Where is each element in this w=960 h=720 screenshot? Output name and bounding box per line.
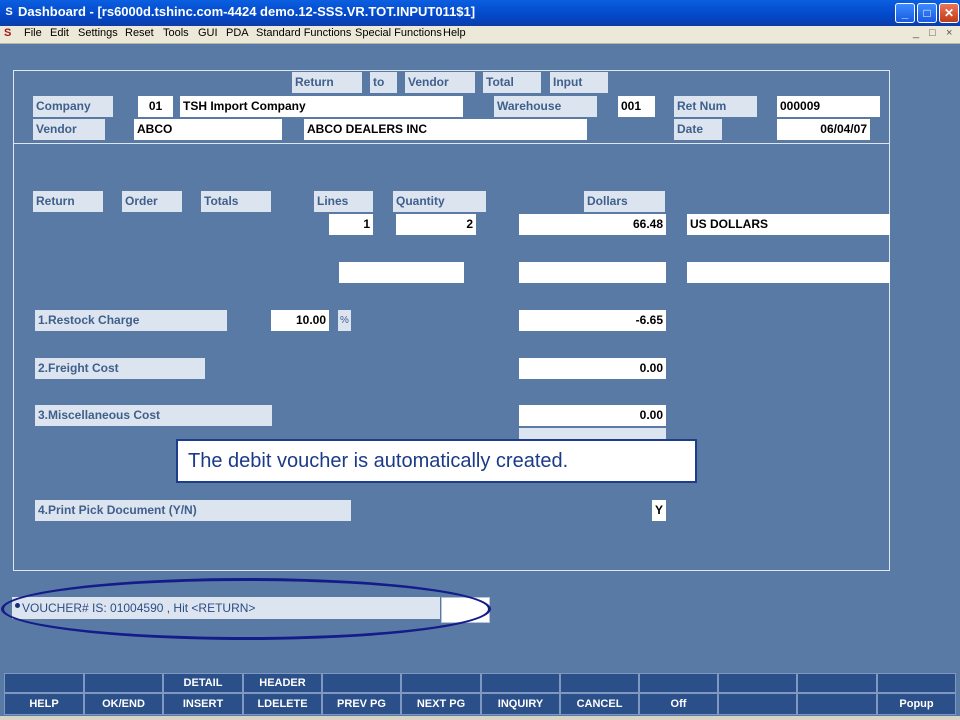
restock-charge-label: 1.Restock Charge xyxy=(35,310,227,331)
company-code-field[interactable]: 01 xyxy=(138,96,173,117)
header-divider xyxy=(14,143,889,144)
fkey-top-8[interactable] xyxy=(560,673,639,693)
title-word-to: to xyxy=(370,72,397,93)
vendor-code-field[interactable]: ABCO xyxy=(134,119,282,140)
restock-pct-field[interactable]: 10.00 xyxy=(271,310,329,331)
fkey-top-3[interactable]: DETAIL xyxy=(163,673,243,693)
company-label: Company xyxy=(33,96,113,117)
fkey-top-6[interactable] xyxy=(401,673,481,693)
fkey-top-2[interactable] xyxy=(84,673,163,693)
fkey-top-12[interactable] xyxy=(877,673,956,693)
menu-special-functions[interactable]: Special Functions xyxy=(355,27,442,39)
freight-cost-label: 2.Freight Cost xyxy=(35,358,205,379)
quantity-label: Quantity xyxy=(393,191,486,212)
warehouse-label: Warehouse xyxy=(494,96,597,117)
date-field[interactable]: 06/04/07 xyxy=(777,119,870,140)
currency-field[interactable]: US DOLLARS xyxy=(687,214,890,235)
title-word-input: Input xyxy=(550,72,608,93)
menu-gui[interactable]: GUI xyxy=(198,27,218,39)
fkey-bottom-2[interactable]: OK/END xyxy=(84,693,163,715)
ret-num-field[interactable]: 000009 xyxy=(777,96,880,117)
menu-bar: S File Edit Settings Reset Tools GUI PDA… xyxy=(0,26,960,44)
lines-label: Lines xyxy=(314,191,373,212)
vendor-name-field[interactable]: ABCO DEALERS INC xyxy=(304,119,587,140)
fkey-top-1[interactable] xyxy=(4,673,84,693)
fkey-bottom-8[interactable]: CANCEL xyxy=(560,693,639,715)
menu-settings[interactable]: Settings xyxy=(78,27,118,39)
fkey-bottom-12[interactable]: Popup xyxy=(877,693,956,715)
warehouse-field[interactable]: 001 xyxy=(618,96,655,117)
freight-amount-field[interactable]: 0.00 xyxy=(519,358,666,379)
dollars-label: Dollars xyxy=(584,191,665,212)
fkey-top-7[interactable] xyxy=(481,673,560,693)
close-button[interactable]: ✕ xyxy=(939,3,959,23)
menu-pda[interactable]: PDA xyxy=(226,27,249,39)
maximize-button[interactable]: □ xyxy=(917,3,937,23)
empty-field-3[interactable] xyxy=(687,262,890,283)
menu-file[interactable]: File xyxy=(24,27,42,39)
fkey-bottom-3[interactable]: INSERT xyxy=(163,693,243,715)
fkey-bottom-4[interactable]: LDELETE xyxy=(243,693,322,715)
highlight-ellipse xyxy=(1,578,491,640)
bottom-strip xyxy=(0,716,960,720)
fkey-bottom-1[interactable]: HELP xyxy=(4,693,84,715)
dollars-field[interactable]: 66.48 xyxy=(519,214,666,235)
menu-reset[interactable]: Reset xyxy=(125,27,154,39)
fkey-bottom-10[interactable] xyxy=(718,693,797,715)
mdi-minimize-button[interactable]: _ xyxy=(913,27,919,39)
vendor-label: Vendor xyxy=(33,119,105,140)
percent-label: % xyxy=(338,310,351,331)
fkey-bottom-5[interactable]: PREV PG xyxy=(322,693,401,715)
return-label: Return xyxy=(33,191,103,212)
fkey-top-4[interactable]: HEADER xyxy=(243,673,322,693)
print-pick-field[interactable]: Y xyxy=(652,500,666,521)
date-label: Date xyxy=(674,119,722,140)
ret-num-label: Ret Num xyxy=(674,96,757,117)
totals-label: Totals xyxy=(201,191,271,212)
empty-field-1[interactable] xyxy=(339,262,464,283)
restock-amount-field[interactable]: -6.65 xyxy=(519,310,666,331)
menu-tools[interactable]: Tools xyxy=(163,27,189,39)
title-word-return: Return xyxy=(292,72,362,93)
app-icon: S xyxy=(5,6,13,18)
fkey-bottom-11[interactable] xyxy=(797,693,877,715)
mdi-restore-button[interactable]: □ xyxy=(929,27,936,39)
callout-box: The debit voucher is automatically creat… xyxy=(176,439,697,483)
fkey-top-11[interactable] xyxy=(797,673,877,693)
misc-cost-label: 3.Miscellaneous Cost xyxy=(35,405,272,426)
fkey-top-9[interactable] xyxy=(639,673,718,693)
misc-amount-field[interactable]: 0.00 xyxy=(519,405,666,426)
minimize-button[interactable]: _ xyxy=(895,3,915,23)
quantity-field[interactable]: 2 xyxy=(396,214,476,235)
fkey-top-5[interactable] xyxy=(322,673,401,693)
company-name-field[interactable]: TSH Import Company xyxy=(180,96,463,117)
print-pick-label: 4.Print Pick Document (Y/N) xyxy=(35,500,351,521)
title-word-vendor: Vendor xyxy=(405,72,475,93)
fkey-bottom-7[interactable]: INQUIRY xyxy=(481,693,560,715)
empty-field-2[interactable] xyxy=(519,262,666,283)
window-title: Dashboard - [rs6000d.tshinc.com-4424 dem… xyxy=(18,4,476,19)
mdi-close-button[interactable]: × xyxy=(946,27,952,39)
menu-standard-functions[interactable]: Standard Functions xyxy=(256,27,351,39)
fkey-bottom-9[interactable]: Off xyxy=(639,693,718,715)
order-label: Order xyxy=(122,191,182,212)
fkey-top-10[interactable] xyxy=(718,673,797,693)
app-menu-icon[interactable]: S xyxy=(4,27,11,39)
lines-field[interactable]: 1 xyxy=(329,214,373,235)
menu-edit[interactable]: Edit xyxy=(50,27,69,39)
title-bar[interactable]: S Dashboard - [rs6000d.tshinc.com-4424 d… xyxy=(0,0,960,26)
title-word-total: Total xyxy=(483,72,541,93)
menu-help[interactable]: Help xyxy=(443,27,466,39)
fkey-bottom-6[interactable]: NEXT PG xyxy=(401,693,481,715)
